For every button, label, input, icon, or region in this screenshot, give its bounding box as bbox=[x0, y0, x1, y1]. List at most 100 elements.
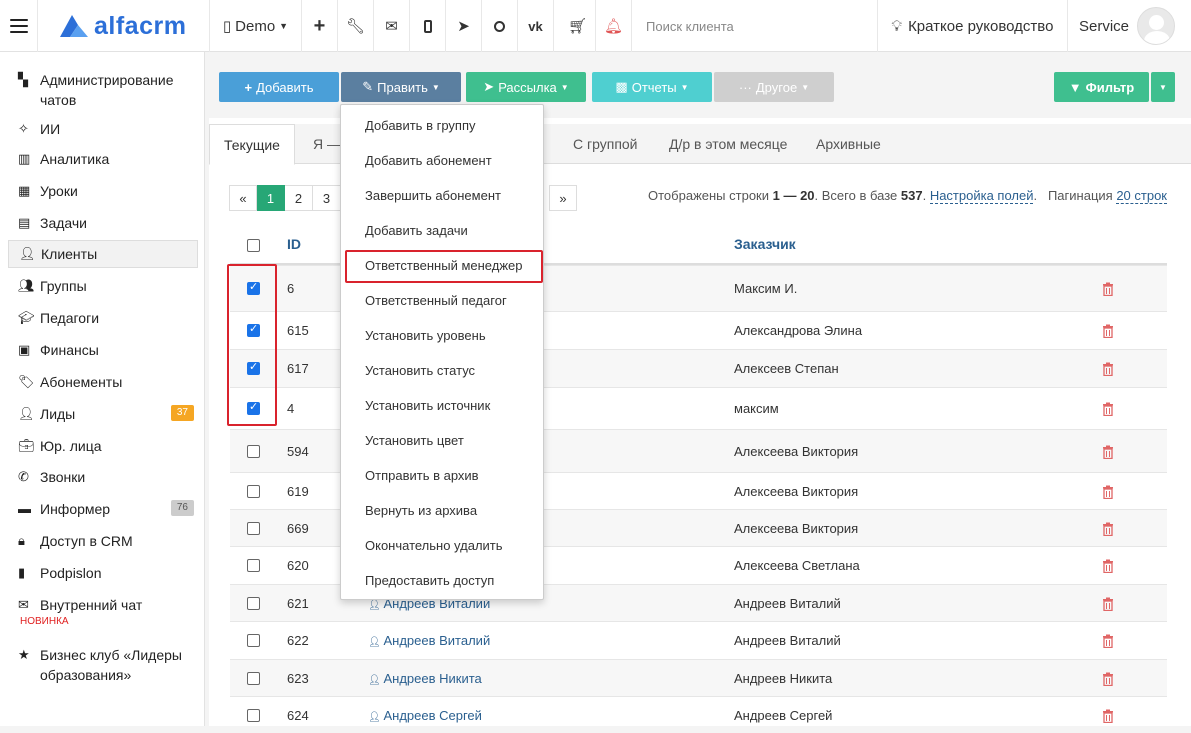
menu-toggle-button[interactable] bbox=[0, 0, 38, 52]
dropdown-item[interactable]: Вернуть из архива bbox=[341, 493, 543, 528]
dropdown-item[interactable]: Установить источник bbox=[341, 388, 543, 423]
tab-with-group[interactable]: С группой bbox=[573, 124, 638, 164]
dropdown-item[interactable]: Отправить в архив bbox=[341, 458, 543, 493]
table-row[interactable]: 624 👤︎ Андреев Сергей Андреев Сергей bbox=[230, 696, 1167, 733]
trash-icon[interactable] bbox=[1102, 634, 1114, 648]
plus-icon[interactable]: + bbox=[302, 0, 338, 52]
prev-page-button[interactable]: « bbox=[229, 185, 257, 211]
mailing-button[interactable]: ➤ Рассылка ▼ bbox=[466, 72, 586, 102]
next-page-button[interactable]: » bbox=[549, 185, 577, 211]
sidebar-item-legal[interactable]: 💼︎ Юр. лица bbox=[8, 436, 198, 456]
wrench-icon[interactable]: 🔧︎ bbox=[338, 0, 374, 52]
phone-icon[interactable] bbox=[410, 0, 446, 52]
tab-birthdays[interactable]: Д/р в этом месяце bbox=[669, 124, 787, 164]
reports-button[interactable]: ▩ Отчеты ▼ bbox=[592, 72, 712, 102]
sidebar-item-podpislon[interactable]: ▮ Podpislon bbox=[8, 563, 198, 583]
dropdown-item[interactable]: Установить цвет bbox=[341, 423, 543, 458]
sidebar-item-chat-admin[interactable]: ▚ Администрирование чатов bbox=[8, 70, 198, 110]
sidebar-item-subscriptions[interactable]: 🏷︎ Абонементы bbox=[8, 372, 198, 392]
bell-icon[interactable]: 🔔︎ bbox=[596, 0, 632, 52]
sidebar-item-label: Уроки bbox=[40, 183, 78, 199]
sidebar-item-groups[interactable]: 👥︎ Группы bbox=[8, 276, 198, 296]
trash-icon[interactable] bbox=[1102, 282, 1114, 296]
search-input[interactable]: Поиск клиента bbox=[632, 0, 878, 52]
sidebar-item-internal-chat[interactable]: ✉ Внутренний чат НОВИНКА bbox=[8, 595, 198, 628]
table-row[interactable]: 623 👤︎ Андреев Никита Андреев Никита bbox=[230, 659, 1167, 696]
table-row[interactable]: 622 👤︎ Андреев Виталий Андреев Виталий bbox=[230, 621, 1167, 659]
sidebar-item-leads[interactable]: 👤︎ Лиды 37 bbox=[8, 404, 198, 424]
row-checkbox[interactable] bbox=[247, 485, 260, 498]
company-selector[interactable]: ▯ Demo ▼ bbox=[210, 0, 302, 52]
row-checkbox[interactable] bbox=[247, 597, 260, 610]
row-customer: Андреев Сергей bbox=[734, 708, 833, 723]
add-button[interactable]: + Добавить bbox=[219, 72, 339, 102]
column-id[interactable]: ID bbox=[287, 236, 301, 252]
row-customer: Александрова Элина bbox=[734, 323, 863, 338]
sidebar-item-crm-access[interactable]: 🔒︎ Доступ в CRM bbox=[8, 531, 198, 551]
mail-icon[interactable]: ✉ bbox=[374, 0, 410, 52]
sidebar-item-calls[interactable]: ✆ Звонки bbox=[8, 467, 198, 487]
dropdown-item[interactable]: Добавить в группу bbox=[341, 108, 543, 143]
whatsapp-icon[interactable] bbox=[482, 0, 518, 52]
fields-settings-link[interactable]: Настройка полей bbox=[929, 188, 1034, 204]
vk-icon[interactable]: vk bbox=[518, 0, 554, 52]
row-client-link[interactable]: 👤︎ Андреев Сергей bbox=[368, 708, 482, 723]
trash-icon[interactable] bbox=[1102, 324, 1114, 338]
trash-icon[interactable] bbox=[1102, 672, 1114, 686]
sidebar-item-label: Задачи bbox=[40, 215, 88, 231]
dropdown-item[interactable]: Установить уровень bbox=[341, 318, 543, 353]
row-client-link[interactable]: 👤︎ Андреев Виталий bbox=[368, 633, 490, 648]
sidebar-item-clients[interactable]: 👤︎ Клиенты bbox=[8, 240, 198, 268]
trash-icon[interactable] bbox=[1102, 559, 1114, 573]
pagination-size-link[interactable]: 20 строк bbox=[1116, 188, 1167, 204]
trash-icon[interactable] bbox=[1102, 597, 1114, 611]
trash-icon[interactable] bbox=[1102, 445, 1114, 459]
page-2-button[interactable]: 2 bbox=[285, 185, 313, 211]
trash-icon[interactable] bbox=[1102, 485, 1114, 499]
sidebar-item-finance[interactable]: ▣ Финансы bbox=[8, 340, 198, 360]
sidebar-item-informer[interactable]: ▬ Информер 76 bbox=[8, 499, 198, 519]
logo[interactable]: alfacrm bbox=[38, 0, 210, 52]
tab-archived[interactable]: Архивные bbox=[816, 124, 881, 164]
sidebar-item-ai[interactable]: ✧ ИИ bbox=[8, 119, 198, 139]
dropdown-item[interactable]: Установить статус bbox=[341, 353, 543, 388]
trash-icon[interactable] bbox=[1102, 402, 1114, 416]
sidebar-item-analytics[interactable]: ▥ Аналитика bbox=[8, 149, 198, 169]
row-checkbox[interactable] bbox=[247, 672, 260, 685]
edit-button[interactable]: ✎ Править ▼ bbox=[341, 72, 461, 102]
column-customer[interactable]: Заказчик bbox=[734, 236, 796, 252]
quick-guide-button[interactable]: 💡︎ Краткое руководство bbox=[878, 0, 1068, 52]
sidebar-item-teachers[interactable]: 🎓︎ Педагоги bbox=[8, 308, 198, 328]
dropdown-item[interactable]: Добавить задачи bbox=[341, 213, 543, 248]
row-checkbox[interactable] bbox=[247, 445, 260, 458]
page-3-button[interactable]: 3 bbox=[313, 185, 341, 211]
telegram-icon[interactable]: ➤ bbox=[446, 0, 482, 52]
page-1-button[interactable]: 1 bbox=[257, 185, 285, 211]
dropdown-item[interactable]: Окончательно удалить bbox=[341, 528, 543, 563]
dropdown-item[interactable]: Предоставить доступ bbox=[341, 563, 543, 598]
dropdown-item[interactable]: Добавить абонемент bbox=[341, 143, 543, 178]
row-id: 623 bbox=[287, 671, 309, 686]
trash-icon[interactable] bbox=[1102, 709, 1114, 723]
tab-current[interactable]: Текущие bbox=[209, 124, 295, 165]
row-checkbox[interactable] bbox=[247, 709, 260, 722]
trash-icon[interactable] bbox=[1102, 522, 1114, 536]
select-all-checkbox[interactable] bbox=[247, 239, 260, 252]
row-checkbox[interactable] bbox=[247, 634, 260, 647]
sidebar-item-tasks[interactable]: ▤ Задачи bbox=[8, 213, 198, 233]
sidebar-item-business-club[interactable]: ★ Бизнес клуб «Лидеры образования» bbox=[8, 645, 198, 685]
row-client-link[interactable]: 👤︎ Андреев Никита bbox=[368, 671, 482, 686]
trash-icon[interactable] bbox=[1102, 362, 1114, 376]
dropdown-item[interactable]: Завершить абонемент bbox=[341, 178, 543, 213]
filter-button[interactable]: ▼ Фильтр bbox=[1054, 72, 1149, 102]
sidebar-item-lessons[interactable]: ▦ Уроки bbox=[8, 181, 198, 201]
user-menu[interactable]: Service bbox=[1068, 0, 1191, 52]
pagination-label: Пагинация bbox=[1047, 188, 1113, 203]
tab-mine[interactable]: Я — bbox=[313, 124, 341, 164]
dropdown-item[interactable]: Ответственный педагог bbox=[341, 283, 543, 318]
other-button[interactable]: ··· Другое ▼ bbox=[714, 72, 834, 102]
filter-dropdown-button[interactable]: ▼ bbox=[1151, 72, 1175, 102]
row-checkbox[interactable] bbox=[247, 522, 260, 535]
cart-icon[interactable]: 🛒︎ bbox=[560, 0, 596, 52]
row-checkbox[interactable] bbox=[247, 559, 260, 572]
